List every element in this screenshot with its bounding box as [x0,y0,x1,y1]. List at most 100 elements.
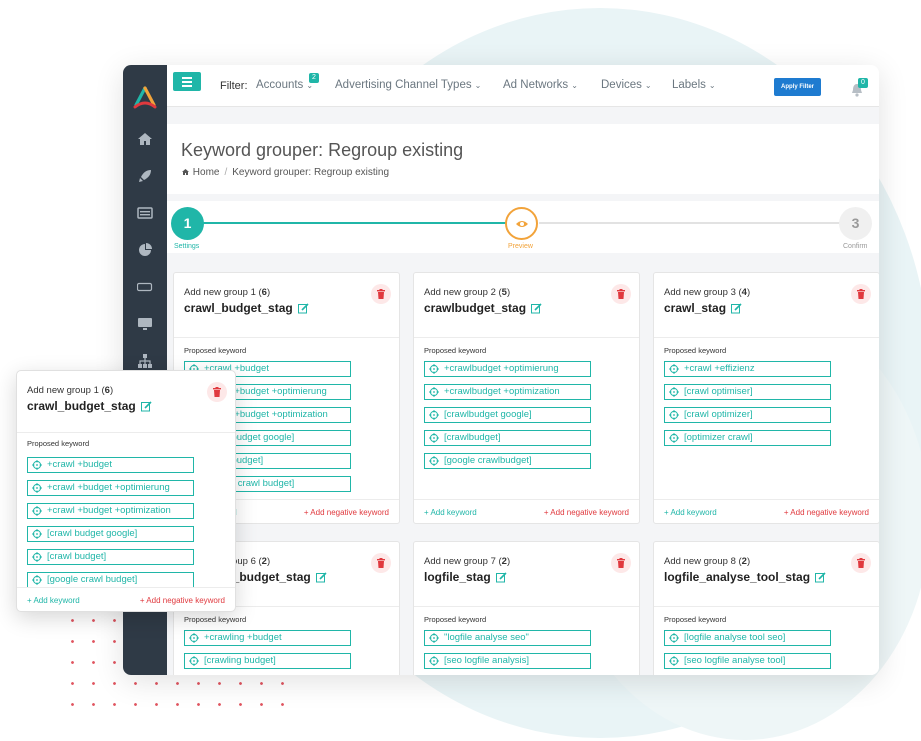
wizard-stepper: 1 Settings Preview 3 Confirm [167,201,879,253]
keyword-chip[interactable]: [crawl budget] [27,549,194,565]
keyword-chip[interactable]: [optimizer crawl] [664,430,831,446]
crosshair-icon [429,456,439,466]
edit-icon[interactable] [731,303,742,314]
group-keyword-count: 2 [501,556,507,567]
keyword-text: [google crawlbudget] [444,455,532,466]
add-negative-keyword-link[interactable]: + Add negative keyword [304,508,389,517]
keyword-chip[interactable]: +crawlbudget +optimierung [424,361,591,377]
filter-labels-label: Labels [672,79,706,91]
filter-label: Filter: [220,80,248,92]
crosshair-icon [429,633,439,643]
chevron-down-icon: ⌄ [474,81,482,90]
step-settings-circle[interactable]: 1 [171,207,204,240]
breadcrumb-home-link[interactable]: Home [193,167,220,178]
notification-count-badge: 0 [858,78,868,88]
filter-labels[interactable]: Labels ⌄ [672,79,716,91]
keyword-chip[interactable]: [crawlbudget] [424,430,591,446]
add-keyword-link[interactable]: + Add keyword [27,596,80,605]
crosshair-icon [669,387,679,397]
add-keyword-link[interactable]: + Add keyword [664,508,717,517]
edit-icon[interactable] [815,572,826,583]
keyword-chip[interactable]: [google crawl budget] [27,572,194,588]
keyword-text: [crawl optimizer] [684,409,753,420]
keyword-chip[interactable]: +crawl +budget [27,457,194,473]
delete-group-button[interactable] [207,382,227,402]
group-card: Add new group 8 (2) logfile_analyse_tool_… [653,541,879,675]
monitor-icon[interactable] [137,316,153,332]
group-name-row: crawl_stag [664,301,742,315]
rocket-icon[interactable] [137,168,153,184]
delete-group-button[interactable] [851,284,871,304]
add-negative-keyword-link[interactable]: + Add negative keyword [140,596,225,605]
step-preview-circle[interactable] [505,207,538,240]
keyword-chip[interactable]: [seo logfile analysis] [424,653,591,669]
step-confirm-circle[interactable]: 3 [839,207,872,240]
proposed-keyword-label: Proposed keyword [27,439,90,448]
add-negative-keyword-link[interactable]: + Add negative keyword [784,508,869,517]
sitemap-icon[interactable] [137,353,153,369]
keyword-list: +crawlbudget +optimierung +crawlbudget +o… [424,361,591,476]
apply-filter-button[interactable]: Apply Filter [774,78,821,96]
keyword-chip[interactable]: [google crawlbudget] [424,453,591,469]
crosshair-icon [32,506,42,516]
edit-icon[interactable] [140,401,152,412]
step-confirm-label: Confirm [843,243,868,250]
keyword-list: +crawl +budget +crawl +budget +optimierun… [27,457,194,595]
battery-icon[interactable] [137,279,153,295]
filter-accounts-label: Accounts [256,79,304,91]
delete-group-button[interactable] [611,284,631,304]
crosshair-icon [669,633,679,643]
chevron-down-icon: ⌄ [708,81,716,90]
edit-icon[interactable] [297,303,309,314]
delete-group-button[interactable] [371,553,391,573]
keyword-chip[interactable]: [crawl budget google] [27,526,194,542]
pie-chart-icon[interactable] [137,242,153,258]
filter-devices[interactable]: Devices ⌄ [601,79,652,91]
keyword-text: +crawl +budget +optimierung [47,482,170,493]
filter-ad-networks[interactable]: Ad Networks ⌄ [503,79,578,91]
card-footer: + Add keyword + Add negative keyword [414,499,639,523]
keyword-chip[interactable]: +crawl +budget +optimization [27,503,194,519]
filter-bar: Filter: Accounts ⌄ 2 Advertising Channel … [167,65,879,107]
filter-devices-label: Devices [601,79,642,91]
edit-icon[interactable] [495,572,507,583]
card-header: Add new group 7 (2) logfile_stag [414,542,639,607]
keyword-chip[interactable]: +crawl +budget +optimierung [27,480,194,496]
keyword-chip[interactable]: [crawling budget] [184,653,351,669]
filter-advertising-channel-types[interactable]: Advertising Channel Types ⌄ [335,79,481,91]
trash-icon [857,289,865,299]
delete-group-button[interactable] [611,553,631,573]
keyword-text: +crawlbudget +optimierung [444,363,559,374]
crosshair-icon [429,387,439,397]
card-header: Add new group 3 (4) crawl_stag [654,273,879,338]
group-keyword-count: 4 [741,287,747,298]
group-card: Add new group 2 (5) crawlbudget_stag Propo… [413,272,640,524]
keyword-text: [crawlbudget] [444,432,501,443]
delete-group-button[interactable] [371,284,391,304]
add-group-prefix: Add new group [184,287,248,298]
trash-icon [377,289,385,299]
keyword-chip[interactable]: "logfile analyse seo" [424,630,591,646]
keyword-text: [seo logfile analyse tool] [684,655,786,666]
delete-group-button[interactable] [851,553,871,573]
keyword-chip[interactable]: [crawlbudget google] [424,407,591,423]
keyword-chip[interactable]: +crawling +budget [184,630,351,646]
home-icon[interactable] [137,131,153,147]
keyword-chip[interactable]: +crawl +effizienz [664,361,831,377]
keyword-chip[interactable]: [logfile analyse tool seo] [664,630,831,646]
keyword-chip[interactable]: +crawlbudget +optimization [424,384,591,400]
accounts-count-badge: 2 [309,73,319,83]
add-negative-keyword-link[interactable]: + Add negative keyword [544,508,629,517]
step-settings-label: Settings [174,243,200,250]
add-keyword-link[interactable]: + Add keyword [424,508,477,517]
edit-icon[interactable] [315,572,327,583]
edit-icon[interactable] [531,303,542,314]
filter-accounts[interactable]: Accounts ⌄ [256,79,313,91]
hamburger-menu-button[interactable] [173,72,201,91]
keyword-chip[interactable]: [crawl optimiser] [664,384,831,400]
step-pending-line [539,222,855,224]
crosshair-icon [32,552,42,562]
keyword-chip[interactable]: [crawl optimizer] [664,407,831,423]
list-icon[interactable] [137,205,153,221]
keyword-chip[interactable]: [seo logfile analyse tool] [664,653,831,669]
